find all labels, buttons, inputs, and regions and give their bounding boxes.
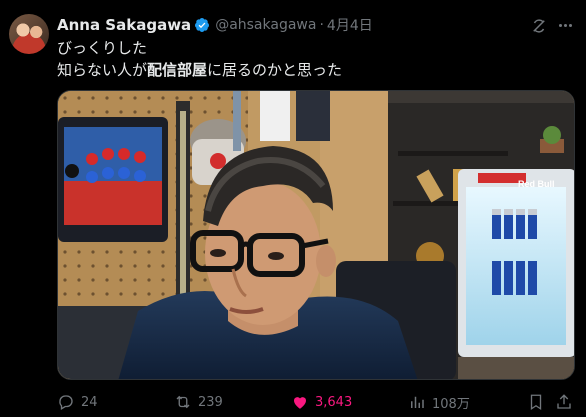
heart-icon (294, 397, 306, 409)
tweet-photo[interactable]: Red Bull (57, 90, 575, 380)
repost-count: 239 (198, 394, 223, 410)
like-button[interactable]: 3,643 (291, 390, 352, 414)
tweet-text: びっくりした 知らない人が配信部屋に居るのかと思った (57, 37, 342, 81)
tweet-text-part: に居るのかと思った (207, 61, 343, 79)
grok-icon[interactable] (530, 17, 548, 35)
more-icon[interactable] (554, 15, 576, 35)
like-count: 3,643 (315, 394, 353, 410)
tweet-header: Anna Sakagawa @ahsakagawa · 4月4日 (57, 15, 373, 35)
verified-badge-icon (195, 18, 210, 32)
can-label: Red Bull (518, 179, 555, 189)
tweet-text-line1: びっくりした (57, 39, 148, 57)
views-button[interactable]: 108万 (408, 390, 470, 414)
avatar[interactable] (9, 14, 49, 54)
photo-scene (58, 91, 574, 379)
views-count: 108万 (432, 396, 470, 412)
bookmark-icon (530, 394, 542, 411)
tweet-text-line2: 知らない人が配信部屋に居るのかと思った (57, 59, 342, 81)
tweet-text-part: 知らない人が (57, 61, 148, 79)
views-icon (411, 396, 424, 408)
separator: · (319, 17, 324, 33)
reply-button[interactable]: 24 (57, 390, 98, 414)
author-name[interactable]: Anna Sakagawa (57, 16, 191, 34)
tweet-date[interactable]: 4月4日 (327, 15, 373, 35)
reply-icon (59, 395, 73, 410)
repost-icon (176, 395, 190, 409)
author-handle[interactable]: @ahsakagawa (215, 17, 316, 33)
repost-button[interactable]: 239 (174, 390, 223, 414)
tweet-text-bold: 配信部屋 (147, 61, 208, 79)
share-button[interactable] (555, 390, 579, 414)
share-icon (557, 394, 571, 409)
bookmark-button[interactable] (527, 390, 551, 414)
action-bar: 24 239 3,643 108万 (57, 390, 577, 414)
reply-count: 24 (81, 394, 98, 410)
